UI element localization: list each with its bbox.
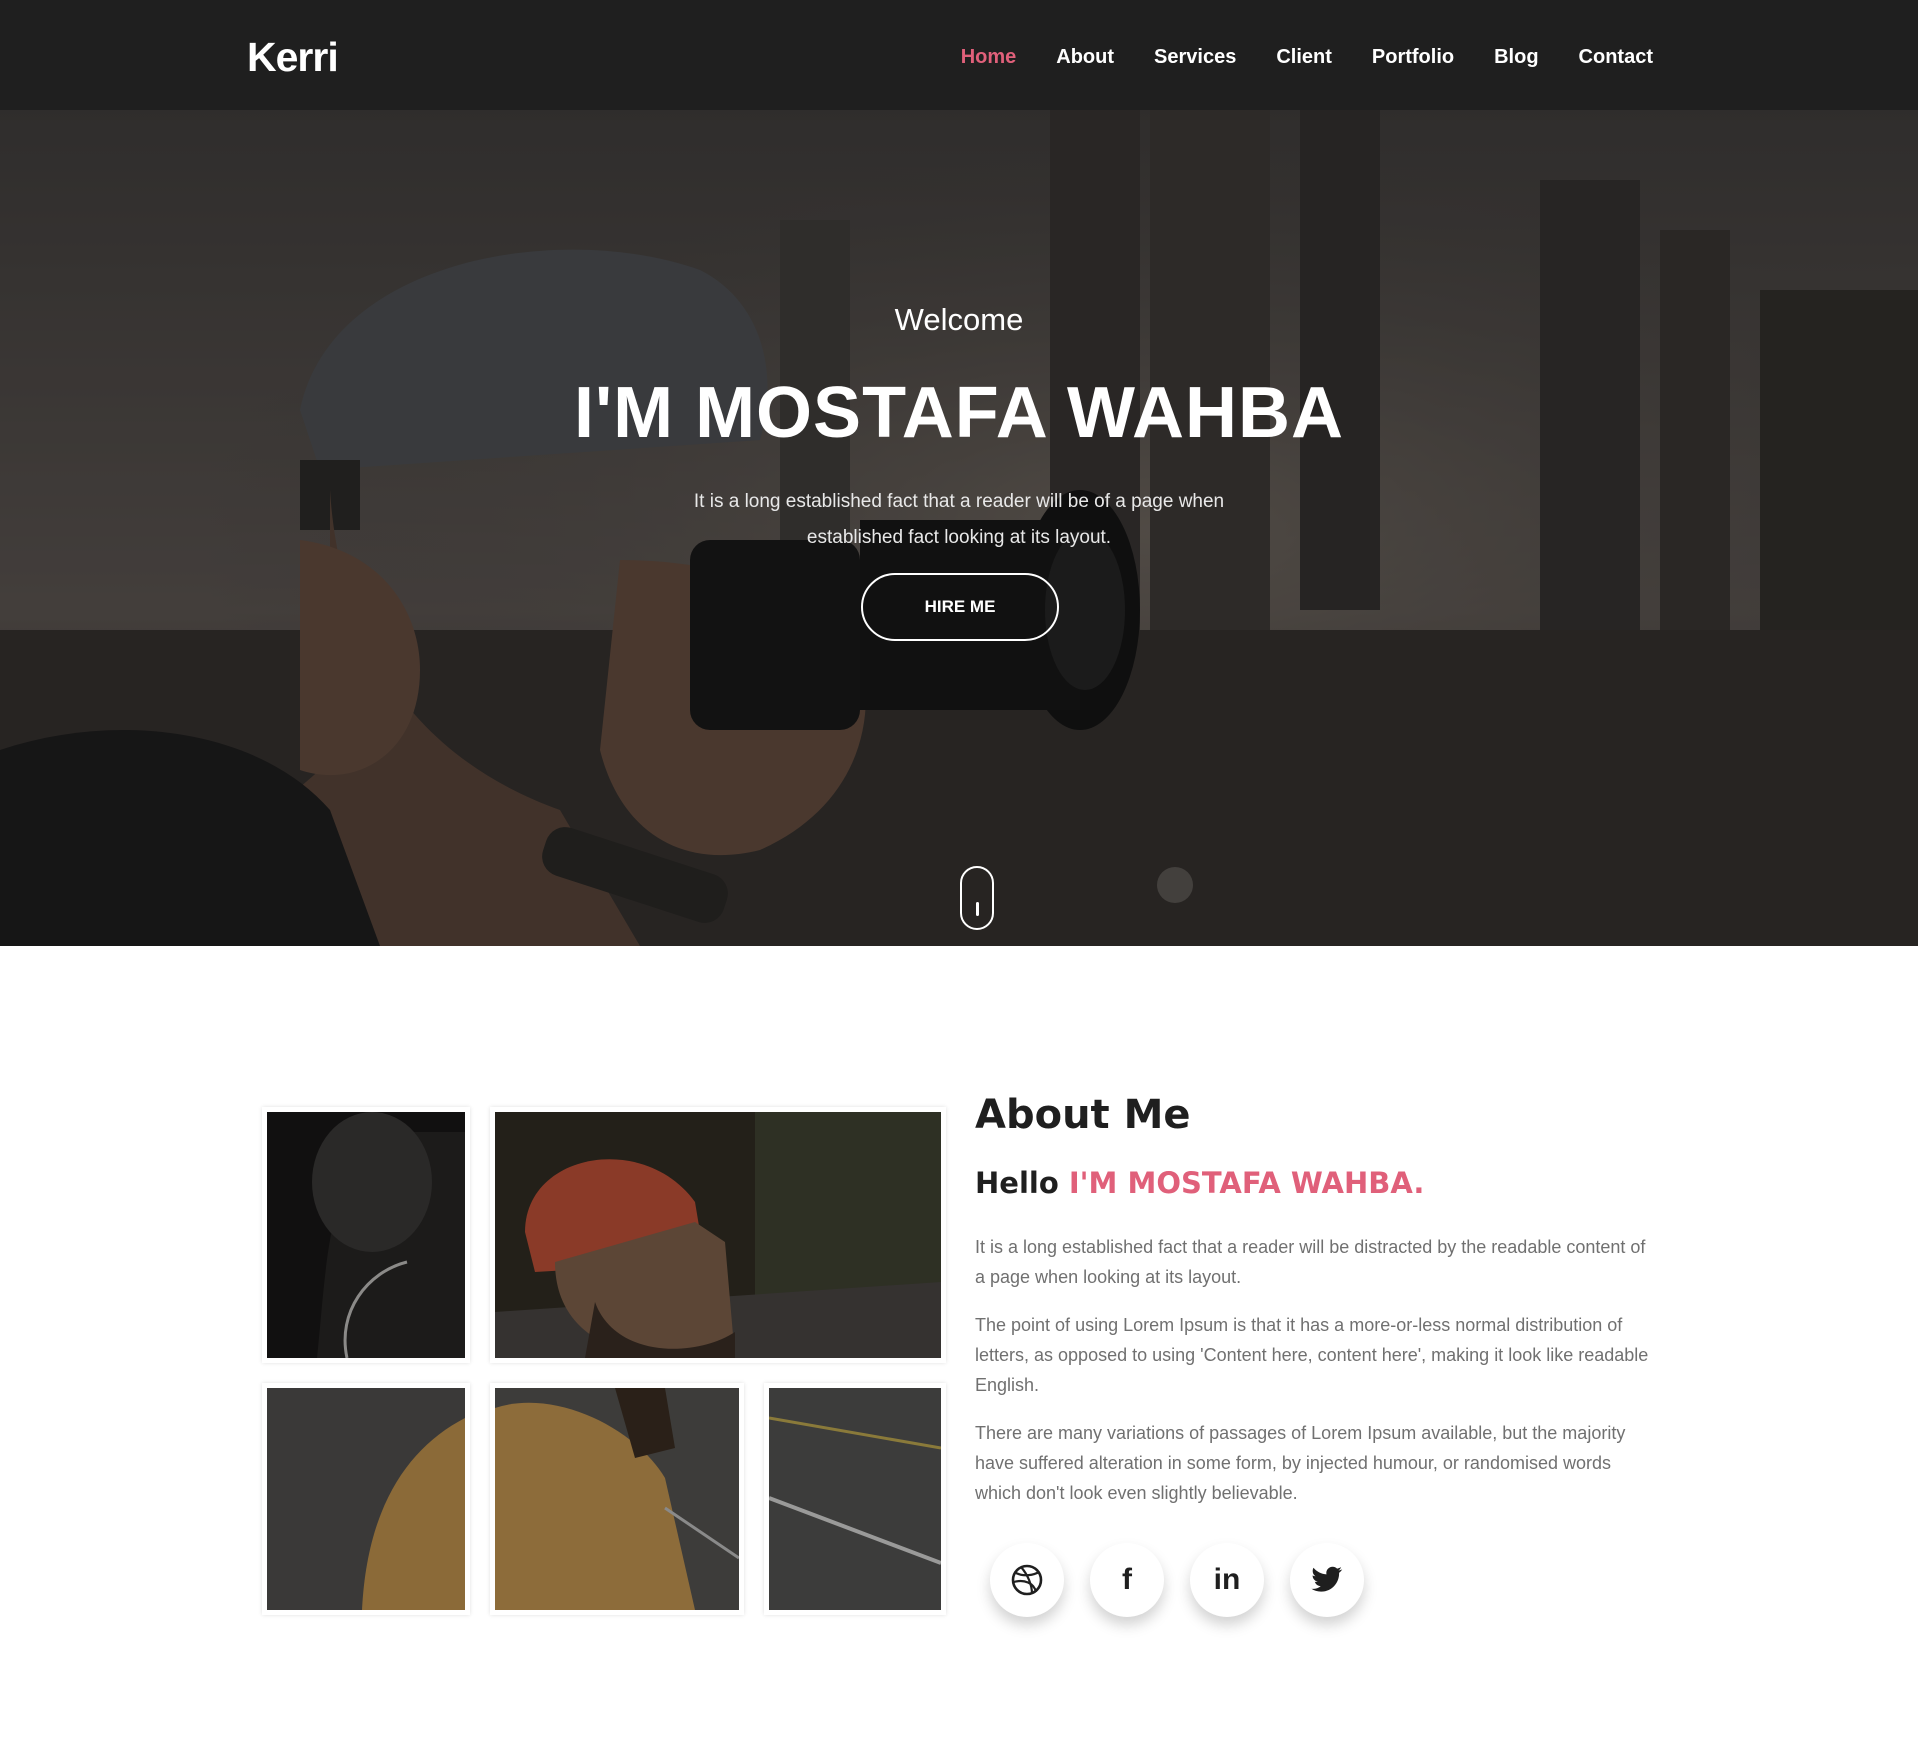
mouse-scroll-icon[interactable] [960,866,994,930]
nav-item-blog[interactable]: Blog [1494,46,1538,69]
linkedin-icon[interactable]: in [1190,1543,1264,1617]
about-paragraph: It is a long established fact that a rea… [975,1237,1646,1287]
about-heading-strong: About [975,1092,1110,1138]
about-name: I'M MOSTAFA WAHBA. [1068,1166,1425,1200]
about-section: About Me Hello I'M MOSTAFA WAHBA. It is … [975,1092,1655,1508]
navbar: Kerri Home About Services Client Portfol… [0,0,1918,110]
about-gallery [262,1107,946,1615]
twitter-bird-glyph [1311,1566,1343,1592]
nav-item-services[interactable]: Services [1154,46,1236,69]
about-heading-rest: Me [1109,1092,1191,1138]
facebook-icon[interactable]: f [1090,1543,1164,1617]
about-greeting: Hello I'M MOSTAFA WAHBA. [975,1166,1655,1200]
facebook-glyph: f [1122,1563,1132,1596]
gallery-photo-3 [262,1383,470,1615]
dribbble-icon-glyph [1011,1564,1043,1596]
gallery-photo-5 [764,1383,946,1615]
tunnel-image [267,1112,465,1358]
linkedin-glyph: in [1213,1563,1241,1596]
bearded-man-image [495,1112,941,1358]
gallery-photo-2 [490,1107,946,1363]
nav-item-contact[interactable]: Contact [1579,46,1653,69]
dribbble-icon[interactable] [990,1543,1064,1617]
nav-item-about[interactable]: About [1056,46,1114,69]
nav-item-home[interactable]: Home [961,46,1017,69]
hero-title: I'M MOSTAFA WAHBA [573,373,1345,453]
nav-item-portfolio[interactable]: Portfolio [1372,46,1454,69]
twitter-icon[interactable] [1290,1543,1364,1617]
hero-tagline: It is a long established fact that a rea… [693,491,1225,548]
hello-text: Hello [975,1166,1069,1200]
hero-welcome: Welcome [894,302,1024,337]
gallery-photo-1 [262,1107,470,1363]
main-nav: Home About Services Client Portfolio Blo… [961,46,1653,69]
road-image [769,1388,941,1610]
about-heading: About Me [975,1092,1655,1138]
mouse-wheel [976,902,979,916]
about-paragraph: The point of using Lorem Ipsum is that i… [975,1315,1649,1395]
hire-me-button[interactable]: HIRE ME [861,573,1059,641]
about-paragraph: There are many variations of passages of… [975,1423,1626,1503]
brand-logo[interactable]: Kerri [247,34,339,81]
nav-item-client[interactable]: Client [1276,46,1332,69]
back-image [495,1388,739,1610]
hero-section: Welcome I'M MOSTAFA WAHBA It is a long e… [0,110,1918,946]
gallery-photo-4 [490,1383,744,1615]
shoulder-image [267,1388,465,1610]
social-links: f in [990,1543,1364,1617]
